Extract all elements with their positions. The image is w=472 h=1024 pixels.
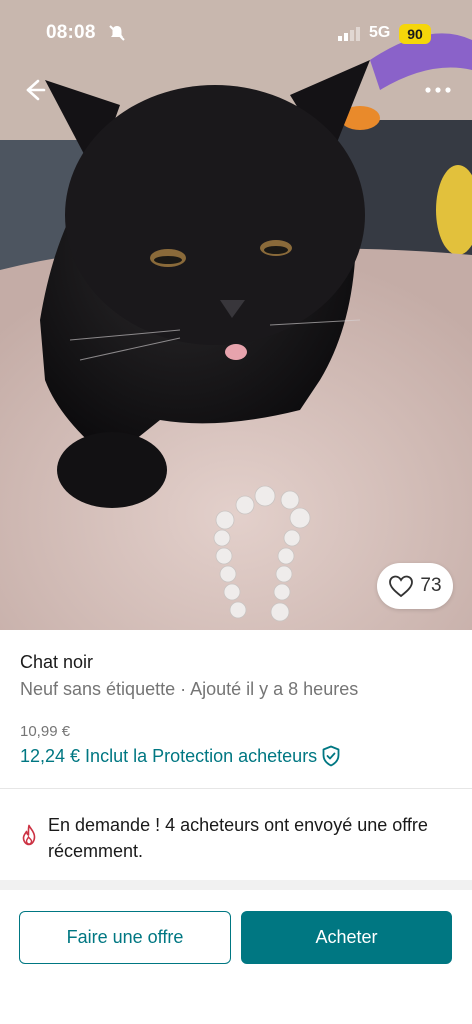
price-with-protection-label: 12,24 € Inclut la Protection acheteurs (20, 745, 318, 766)
signal-icon (338, 27, 360, 41)
status-time: 08:08 (46, 22, 96, 43)
price-base: 10,99 € (20, 723, 71, 740)
item-meta: Neuf sans étiquette · Ajouté il y a 8 he… (20, 679, 359, 699)
network-label: 5G (369, 24, 391, 41)
cat-photo-illustration (0, 0, 472, 630)
status-bar: 08:08 5G 90 (0, 0, 472, 70)
fire-icon (22, 824, 36, 846)
battery-badge: 90 (399, 24, 431, 44)
like-button[interactable]: 73 (377, 563, 453, 609)
demand-text: En demande ! 4 acheteurs ont envoyé une … (48, 815, 428, 861)
price-with-protection[interactable]: 12,24 € Inclut la Protection acheteurs (20, 745, 341, 767)
back-arrow-icon[interactable] (18, 74, 50, 106)
item-title: Chat noir (20, 652, 94, 672)
buy-button[interactable]: Acheter (241, 911, 452, 964)
bell-slash-icon (109, 25, 125, 41)
product-photo[interactable]: 08:08 5G 90 73 (0, 0, 472, 630)
section-divider (0, 880, 472, 890)
divider (0, 788, 472, 789)
make-offer-button[interactable]: Faire une offre (19, 911, 231, 964)
heart-icon (389, 575, 414, 598)
more-dots-icon[interactable] (420, 78, 456, 102)
shield-check-icon (322, 745, 340, 767)
like-count: 73 (420, 575, 442, 596)
